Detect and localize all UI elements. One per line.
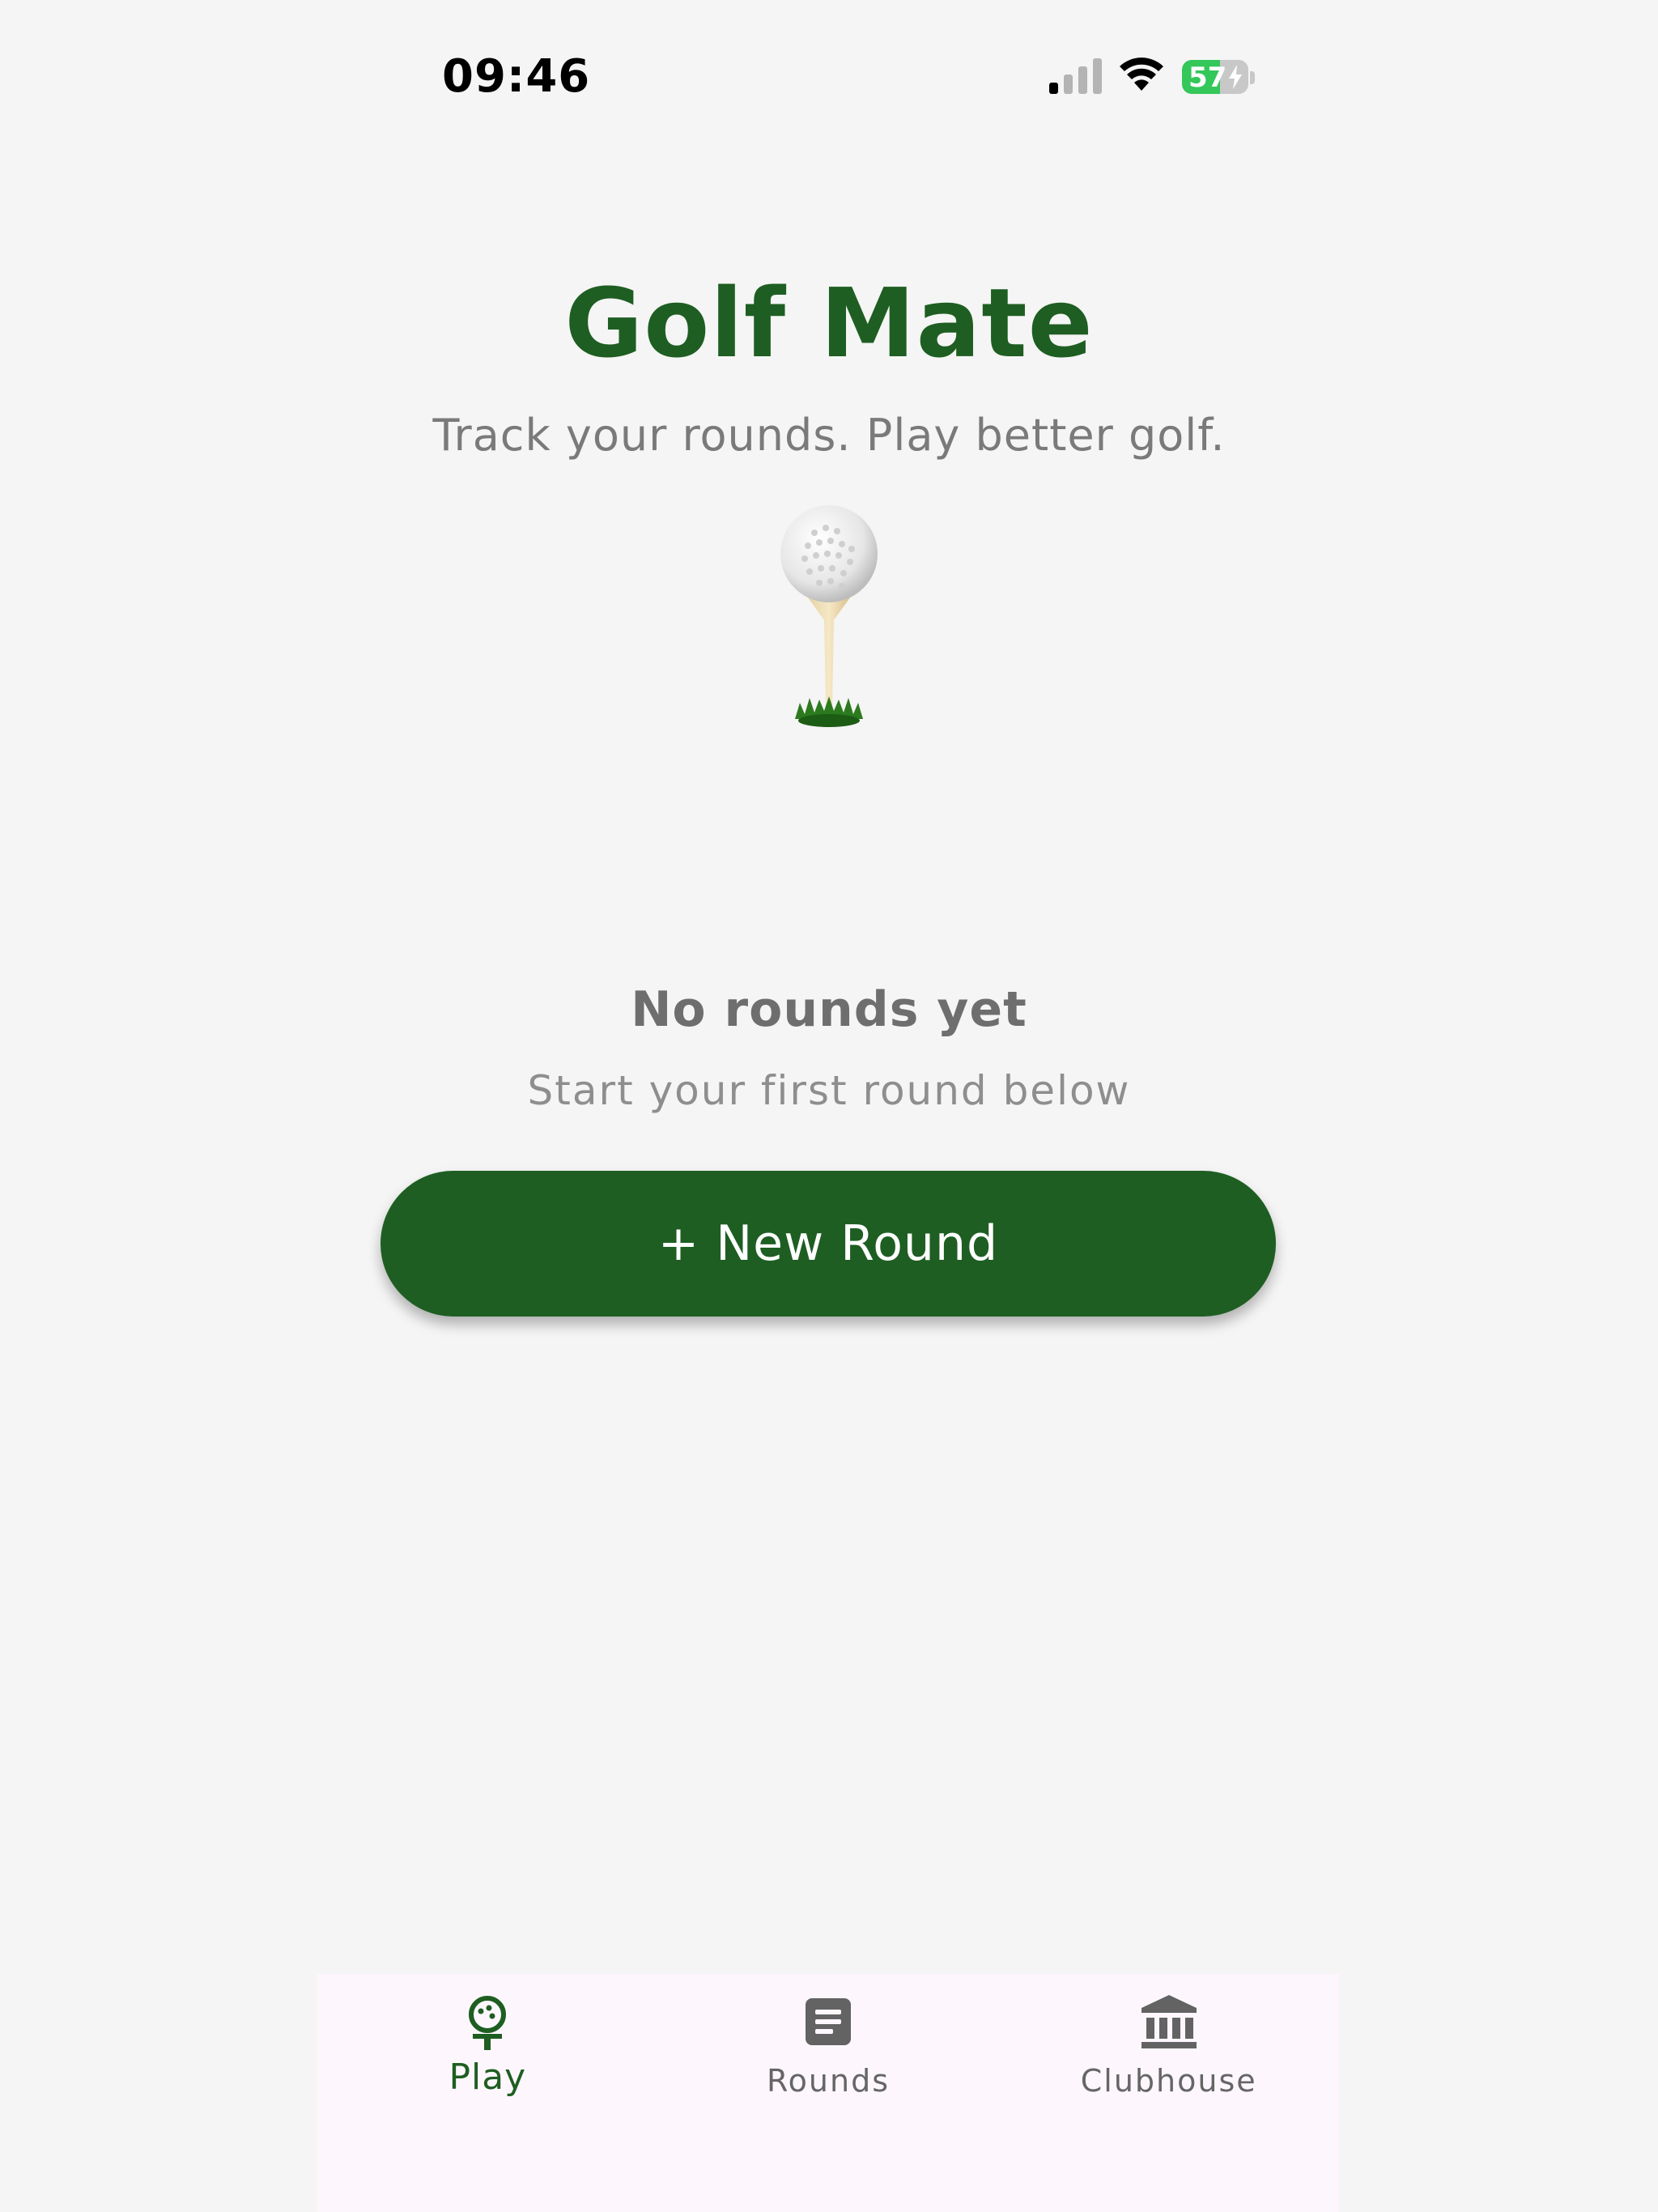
status-icons: 57: [1049, 55, 1260, 96]
bottom-nav: Play Rounds Clubhouse: [317, 1974, 1339, 2212]
nav-item-rounds[interactable]: Rounds: [658, 1974, 999, 2212]
nav-item-play[interactable]: Play: [317, 1974, 658, 2212]
new-round-button-label: + New Round: [657, 1215, 999, 1272]
nav-label-play: Play: [449, 2057, 527, 2098]
app-tagline: Track your rounds. Play better golf.: [432, 410, 1226, 461]
status-time: 09:46: [442, 50, 591, 103]
nav-label-rounds: Rounds: [766, 2063, 891, 2099]
empty-state-subtitle: Start your first round below: [527, 1067, 1131, 1114]
empty-state-title: No rounds yet: [631, 981, 1027, 1038]
battery-level: 57: [1188, 62, 1227, 94]
document-list-icon: [806, 1998, 851, 2045]
nav-item-clubhouse[interactable]: Clubhouse: [998, 1974, 1339, 2212]
charging-bolt-icon: [1229, 65, 1242, 89]
clubhouse-building-icon: [1141, 1995, 1197, 2048]
golf-tee-icon: [469, 1996, 507, 2050]
battery-nub: [1250, 71, 1255, 84]
battery-icon: 57: [1182, 60, 1248, 94]
signal-icon: [1049, 58, 1102, 94]
wifi-icon: [1120, 57, 1163, 91]
new-round-button[interactable]: + New Round: [380, 1171, 1276, 1317]
app-title: Golf Mate: [564, 267, 1094, 379]
golf-ball-on-tee-icon: [780, 505, 878, 727]
nav-label-clubhouse: Clubhouse: [1080, 2063, 1257, 2099]
